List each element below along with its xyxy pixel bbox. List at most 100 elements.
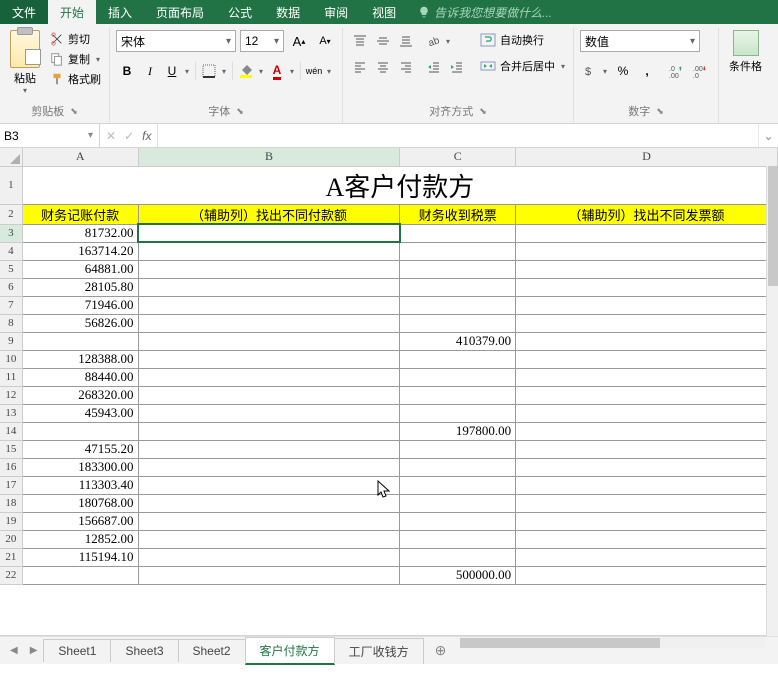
data-cell[interactable]: [138, 368, 400, 386]
data-cell[interactable]: [516, 332, 778, 350]
name-box[interactable]: B3: [0, 124, 100, 147]
data-cell[interactable]: [400, 530, 516, 548]
data-cell[interactable]: [400, 458, 516, 476]
data-cell[interactable]: [22, 566, 138, 584]
title-cell[interactable]: A客户付款方: [22, 166, 777, 204]
row-header[interactable]: 20: [0, 530, 22, 548]
row-header[interactable]: 22: [0, 566, 22, 584]
cancel-formula-icon[interactable]: ✕: [106, 129, 116, 143]
row-header[interactable]: 18: [0, 494, 22, 512]
data-cell[interactable]: [516, 476, 778, 494]
col-header-B[interactable]: B: [138, 148, 400, 166]
data-cell[interactable]: [400, 386, 516, 404]
data-cell[interactable]: [516, 422, 778, 440]
row-header[interactable]: 8: [0, 314, 22, 332]
increase-font-button[interactable]: A▴: [288, 30, 310, 52]
data-cell[interactable]: [516, 494, 778, 512]
data-cell[interactable]: 88440.00: [22, 368, 138, 386]
number-format-select[interactable]: 数值: [580, 30, 700, 52]
data-cell[interactable]: [400, 476, 516, 494]
font-color-button[interactable]: A: [267, 60, 297, 82]
data-cell[interactable]: [138, 386, 400, 404]
tab-view[interactable]: 视图: [360, 0, 408, 24]
data-cell[interactable]: [516, 404, 778, 422]
data-cell[interactable]: [516, 350, 778, 368]
header-cell[interactable]: 财务记账付款: [22, 204, 138, 224]
increase-indent-button[interactable]: [446, 56, 468, 78]
data-cell[interactable]: 115194.10: [22, 548, 138, 566]
data-cell[interactable]: 56826.00: [22, 314, 138, 332]
underline-button[interactable]: U: [162, 60, 192, 82]
data-cell[interactable]: 128388.00: [22, 350, 138, 368]
data-cell[interactable]: [138, 404, 400, 422]
data-cell[interactable]: [516, 278, 778, 296]
data-cell[interactable]: [138, 530, 400, 548]
data-cell[interactable]: [138, 224, 400, 242]
data-cell[interactable]: [516, 242, 778, 260]
tab-insert[interactable]: 插入: [96, 0, 144, 24]
data-cell[interactable]: [138, 242, 400, 260]
data-cell[interactable]: [516, 296, 778, 314]
sheet-tab-active[interactable]: 客户付款方: [245, 637, 335, 665]
data-cell[interactable]: 47155.20: [22, 440, 138, 458]
data-cell[interactable]: [516, 548, 778, 566]
scroll-thumb[interactable]: [460, 638, 660, 648]
tab-data[interactable]: 数据: [264, 0, 312, 24]
decrease-indent-button[interactable]: [423, 56, 445, 78]
row-header[interactable]: 19: [0, 512, 22, 530]
data-cell[interactable]: 12852.00: [22, 530, 138, 548]
tab-formulas[interactable]: 公式: [216, 0, 264, 24]
fill-color-button[interactable]: [236, 60, 266, 82]
align-center-button[interactable]: [372, 56, 394, 78]
row-header[interactable]: 16: [0, 458, 22, 476]
increase-decimal-button[interactable]: .0.00: [666, 60, 688, 82]
percent-button[interactable]: %: [612, 60, 634, 82]
tab-file[interactable]: 文件: [0, 0, 48, 24]
font-name-select[interactable]: 宋体: [116, 30, 236, 52]
cut-button[interactable]: 剪切: [48, 30, 103, 48]
accept-formula-icon[interactable]: ✓: [124, 129, 134, 143]
data-cell[interactable]: [516, 368, 778, 386]
row-header[interactable]: 4: [0, 242, 22, 260]
data-cell[interactable]: 113303.40: [22, 476, 138, 494]
data-cell[interactable]: [516, 530, 778, 548]
fx-icon[interactable]: fx: [142, 129, 151, 143]
data-cell[interactable]: [516, 512, 778, 530]
add-sheet-button[interactable]: ⊕: [423, 642, 459, 659]
header-cell[interactable]: （辅助列）找出不同发票额: [516, 204, 778, 224]
data-cell[interactable]: [138, 566, 400, 584]
align-middle-button[interactable]: [372, 30, 394, 52]
merge-center-button[interactable]: 合并后居中▾: [478, 56, 567, 76]
data-cell[interactable]: 410379.00: [400, 332, 516, 350]
data-cell[interactable]: 268320.00: [22, 386, 138, 404]
data-cell[interactable]: [516, 566, 778, 584]
data-cell[interactable]: [400, 440, 516, 458]
data-cell[interactable]: [138, 458, 400, 476]
prev-sheet-button[interactable]: ◀: [4, 645, 24, 656]
data-cell[interactable]: [138, 260, 400, 278]
comma-button[interactable]: ,: [636, 60, 658, 82]
sheet-tab[interactable]: Sheet1: [43, 639, 111, 662]
data-cell[interactable]: 163714.20: [22, 242, 138, 260]
orientation-button[interactable]: ab: [423, 30, 453, 52]
row-header[interactable]: 12: [0, 386, 22, 404]
font-launcher-icon[interactable]: ⬊: [236, 106, 244, 117]
paste-button[interactable]: 粘贴 ▾: [6, 30, 44, 95]
data-cell[interactable]: 183300.00: [22, 458, 138, 476]
data-cell[interactable]: [400, 368, 516, 386]
formula-input[interactable]: [158, 124, 758, 147]
tab-review[interactable]: 审阅: [312, 0, 360, 24]
data-cell[interactable]: [138, 332, 400, 350]
sheet-tab[interactable]: Sheet3: [110, 639, 178, 662]
bold-button[interactable]: B: [116, 60, 138, 82]
data-cell[interactable]: 45943.00: [22, 404, 138, 422]
tab-home[interactable]: 开始: [48, 0, 96, 24]
align-right-button[interactable]: [395, 56, 417, 78]
row-header[interactable]: 14: [0, 422, 22, 440]
header-cell[interactable]: （辅助列）找出不同付款额: [138, 204, 400, 224]
currency-button[interactable]: $: [580, 60, 610, 82]
sheet-tab[interactable]: 工厂收钱方: [334, 638, 424, 664]
data-cell[interactable]: 156687.00: [22, 512, 138, 530]
data-cell[interactable]: [516, 224, 778, 242]
data-cell[interactable]: [400, 494, 516, 512]
